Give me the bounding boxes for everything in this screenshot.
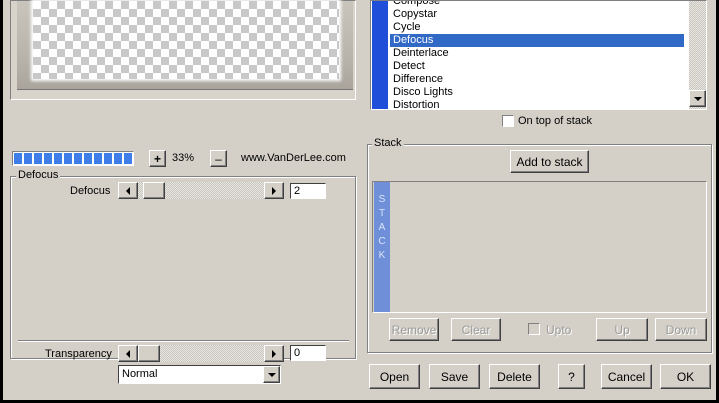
progress-segment bbox=[124, 153, 132, 164]
clear-button[interactable]: Clear bbox=[451, 318, 501, 341]
separator bbox=[18, 340, 349, 342]
delete-button[interactable]: Delete bbox=[489, 364, 540, 389]
arrow-left-icon bbox=[126, 186, 130, 195]
on-top-of-stack-label: On top of stack bbox=[518, 115, 592, 127]
defocus-value-input[interactable] bbox=[290, 183, 326, 199]
website-link[interactable]: www.VanDerLee.com bbox=[241, 152, 346, 164]
slider-left-arrow[interactable] bbox=[118, 345, 138, 362]
open-button[interactable]: Open bbox=[369, 364, 420, 389]
chevron-down-icon bbox=[693, 96, 702, 101]
progress-segment bbox=[114, 153, 122, 164]
progress-bar bbox=[12, 151, 134, 166]
slider-right-arrow[interactable] bbox=[264, 182, 284, 199]
filter-list-item[interactable]: Distortion bbox=[390, 99, 684, 109]
filter-list-item[interactable]: Defocus bbox=[390, 34, 684, 47]
arrow-right-icon bbox=[272, 349, 276, 358]
help-button[interactable]: ? bbox=[558, 364, 585, 389]
progress-segment bbox=[84, 153, 92, 164]
up-button[interactable]: Up bbox=[596, 318, 648, 341]
stack-group-title: Stack bbox=[372, 137, 404, 149]
filter-list-item[interactable]: Compose bbox=[390, 1, 684, 8]
filter-list-item[interactable]: Disco Lights bbox=[390, 86, 684, 99]
on-top-of-stack-checkbox[interactable] bbox=[502, 115, 514, 127]
slider-thumb[interactable] bbox=[143, 182, 165, 199]
blend-mode-value: Normal bbox=[122, 368, 158, 380]
filter-list-item[interactable]: Deinterlace bbox=[390, 47, 684, 60]
defocus-label: Defocus bbox=[70, 185, 111, 197]
slider-left-arrow[interactable] bbox=[118, 182, 138, 199]
down-button[interactable]: Down bbox=[655, 318, 707, 341]
progress-segment bbox=[104, 153, 112, 164]
zoom-value: 33% bbox=[172, 152, 195, 164]
slider-thumb[interactable] bbox=[138, 345, 160, 362]
list-scroll-down-button[interactable] bbox=[689, 90, 706, 107]
blend-mode-dropdown-button[interactable] bbox=[263, 366, 280, 383]
zoom-in-button[interactable]: + bbox=[149, 150, 166, 167]
progress-segment bbox=[24, 153, 32, 164]
upto-checkbox[interactable] bbox=[528, 323, 540, 335]
add-to-stack-button[interactable]: Add to stack bbox=[510, 150, 589, 173]
progress-segment bbox=[44, 153, 52, 164]
defocus-group bbox=[10, 176, 356, 359]
defocus-group-title: Defocus bbox=[16, 169, 61, 181]
upto-label: Upto bbox=[546, 323, 572, 337]
filter-list[interactable]: Compose Copystar Cycle Defocus Deinterlace De… bbox=[370, 0, 707, 110]
filter-list-item[interactable]: Detect bbox=[390, 60, 684, 73]
filter-list-item[interactable]: Cycle bbox=[390, 21, 684, 34]
stack-side-bar: STACK bbox=[374, 182, 390, 312]
blend-mode-select[interactable]: Normal bbox=[118, 365, 281, 384]
save-button[interactable]: Save bbox=[429, 364, 480, 389]
progress-segment bbox=[64, 153, 72, 164]
transparency-value-input[interactable] bbox=[290, 345, 326, 361]
filter-dialog: + 33% – www.VanDerLee.com Defocus Defocu… bbox=[3, 0, 716, 400]
chevron-down-icon bbox=[267, 372, 276, 377]
stack-side-label: STACK bbox=[378, 194, 386, 261]
arrow-left-icon bbox=[126, 349, 130, 358]
ok-button[interactable]: OK bbox=[660, 364, 711, 389]
progress-segment bbox=[34, 153, 42, 164]
slider-right-arrow[interactable] bbox=[264, 345, 284, 362]
transparency-slider[interactable] bbox=[118, 345, 284, 362]
transparency-label: Transparency bbox=[45, 348, 112, 360]
progress-segment bbox=[74, 153, 82, 164]
cancel-button[interactable]: Cancel bbox=[601, 364, 652, 389]
progress-segment bbox=[94, 153, 102, 164]
preview-image[interactable] bbox=[33, 1, 339, 79]
list-stripe bbox=[372, 1, 388, 109]
remove-button[interactable]: Remove bbox=[389, 318, 439, 341]
zoom-out-button[interactable]: – bbox=[210, 150, 227, 167]
stack-list[interactable]: STACK bbox=[372, 181, 707, 313]
preview-frame bbox=[17, 1, 353, 90]
defocus-slider[interactable] bbox=[118, 182, 284, 199]
progress-segment bbox=[54, 153, 62, 164]
preview-panel bbox=[10, 0, 356, 100]
filter-list-item[interactable]: Copystar bbox=[390, 8, 684, 21]
arrow-right-icon bbox=[272, 186, 276, 195]
filter-list-item[interactable]: Difference bbox=[390, 73, 684, 86]
progress-segment bbox=[14, 153, 22, 164]
